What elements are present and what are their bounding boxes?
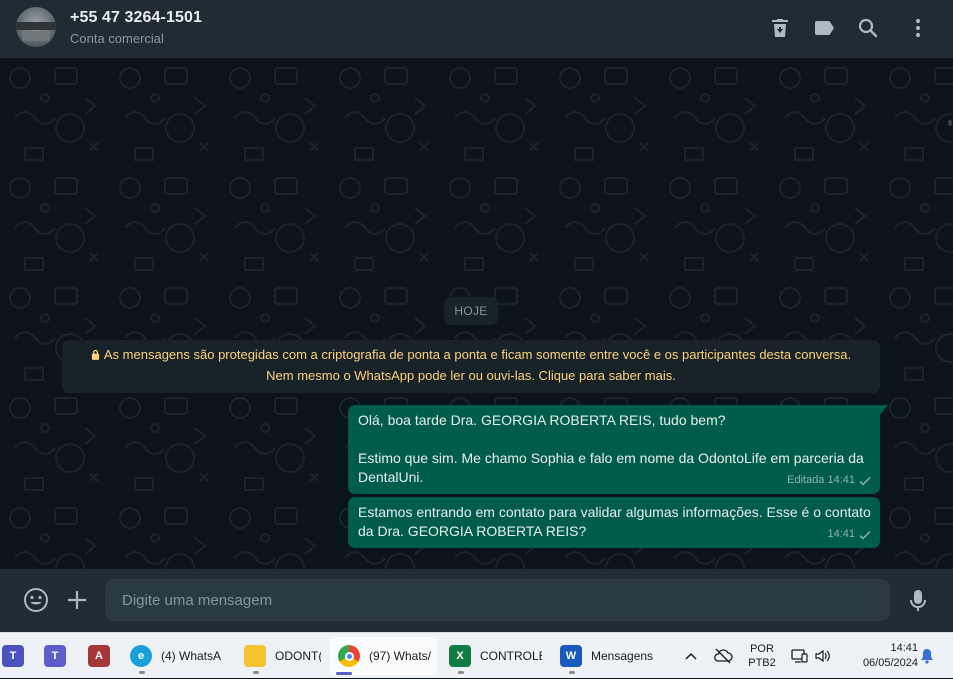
message-bubble[interactable]: Olá, boa tarde Dra. GEORGIA ROBERTA REIS… xyxy=(348,405,888,494)
message-text: Estamos entrando em contato para validar… xyxy=(358,504,871,539)
volume-icon[interactable] xyxy=(812,633,834,679)
emoji-icon[interactable] xyxy=(22,586,50,614)
encryption-notice-text: As mensagens são protegidas com a cripto… xyxy=(103,347,852,383)
word-icon: W xyxy=(560,645,582,667)
contact-subtitle: Conta comercial xyxy=(70,31,164,46)
clock[interactable]: 14:41 06/05/2024 xyxy=(842,633,918,679)
windows-taskbar: T T A e (4) WhatsA ODONT( (97) Whats/ X … xyxy=(0,632,953,678)
taskbar-teams-classic[interactable]: T xyxy=(0,637,26,675)
taskbar-access[interactable]: A xyxy=(84,637,114,675)
message-time: Editada 14:41 xyxy=(787,474,855,486)
chat-header[interactable]: +55 47 3264-1501 Conta comercial xyxy=(0,0,953,58)
cloud-offline-icon[interactable] xyxy=(710,633,736,679)
taskbar-chrome-whatsapp[interactable]: (97) Whats/ xyxy=(330,637,437,675)
access-icon: A xyxy=(88,645,110,667)
input-language[interactable]: POR PTB2 xyxy=(744,633,780,679)
sent-check-icon xyxy=(859,530,871,540)
menu-icon[interactable] xyxy=(906,16,930,40)
delete-icon[interactable] xyxy=(768,16,792,40)
chrome-icon xyxy=(338,645,360,667)
message-text: Olá, boa tarde Dra. GEORGIA ROBERTA REIS… xyxy=(358,412,726,428)
attach-plus-icon[interactable] xyxy=(63,586,91,614)
taskbar-label: ODONT( xyxy=(275,649,321,663)
clock-time: 14:41 xyxy=(890,642,918,654)
message-composer xyxy=(0,569,953,632)
sent-check-icon xyxy=(859,476,871,486)
encryption-notice[interactable]: As mensagens são protegidas com a cripto… xyxy=(62,340,880,393)
chevron-up-icon[interactable] xyxy=(680,633,702,679)
search-icon[interactable] xyxy=(856,16,880,40)
taskbar-explorer[interactable]: ODONT( xyxy=(238,637,322,675)
message-meta: Editada 14:41 xyxy=(787,471,871,490)
contact-name: +55 47 3264-1501 xyxy=(70,9,202,26)
avatar[interactable] xyxy=(16,7,56,47)
language-code: POR xyxy=(750,643,774,655)
excel-icon: X xyxy=(449,645,471,667)
taskbar-edge-whatsapp[interactable]: e (4) WhatsA xyxy=(124,637,234,675)
message-meta: 14:41 xyxy=(827,525,871,544)
network-icon[interactable] xyxy=(788,633,810,679)
taskbar-label: (97) Whats/ xyxy=(369,649,431,663)
edge-icon: e xyxy=(130,645,152,667)
folder-icon xyxy=(244,645,266,667)
taskbar-excel[interactable]: X CONTROLE xyxy=(443,637,548,675)
microphone-icon[interactable] xyxy=(904,586,932,614)
message-time: 14:41 xyxy=(827,528,855,540)
taskbar-label: CONTROLE xyxy=(480,649,542,663)
message-bubble[interactable]: Estamos entrando em contato para validar… xyxy=(348,497,880,548)
keyboard-layout: PTB2 xyxy=(748,657,776,669)
message-input[interactable] xyxy=(105,579,890,621)
date-chip: HOJE xyxy=(444,297,498,325)
taskbar-label: (4) WhatsA xyxy=(161,649,222,663)
teams-icon: T xyxy=(2,645,24,667)
contact-info[interactable]: +55 47 3264-1501 Conta comercial xyxy=(70,9,202,46)
taskbar-label: Mensagens xyxy=(591,649,653,663)
teams-new-icon: T xyxy=(44,645,66,667)
whatsapp-window: +55 47 3264-1501 Conta comercial HOJE As… xyxy=(0,0,953,632)
clock-date: 06/05/2024 xyxy=(862,657,918,669)
taskbar-teams-new[interactable]: T xyxy=(40,637,70,675)
lock-icon xyxy=(91,349,99,360)
taskbar-word[interactable]: W Mensagens xyxy=(554,637,658,675)
scrollbar[interactable] xyxy=(947,120,952,569)
notification-bell-icon[interactable] xyxy=(918,633,936,679)
label-icon[interactable] xyxy=(812,16,836,40)
